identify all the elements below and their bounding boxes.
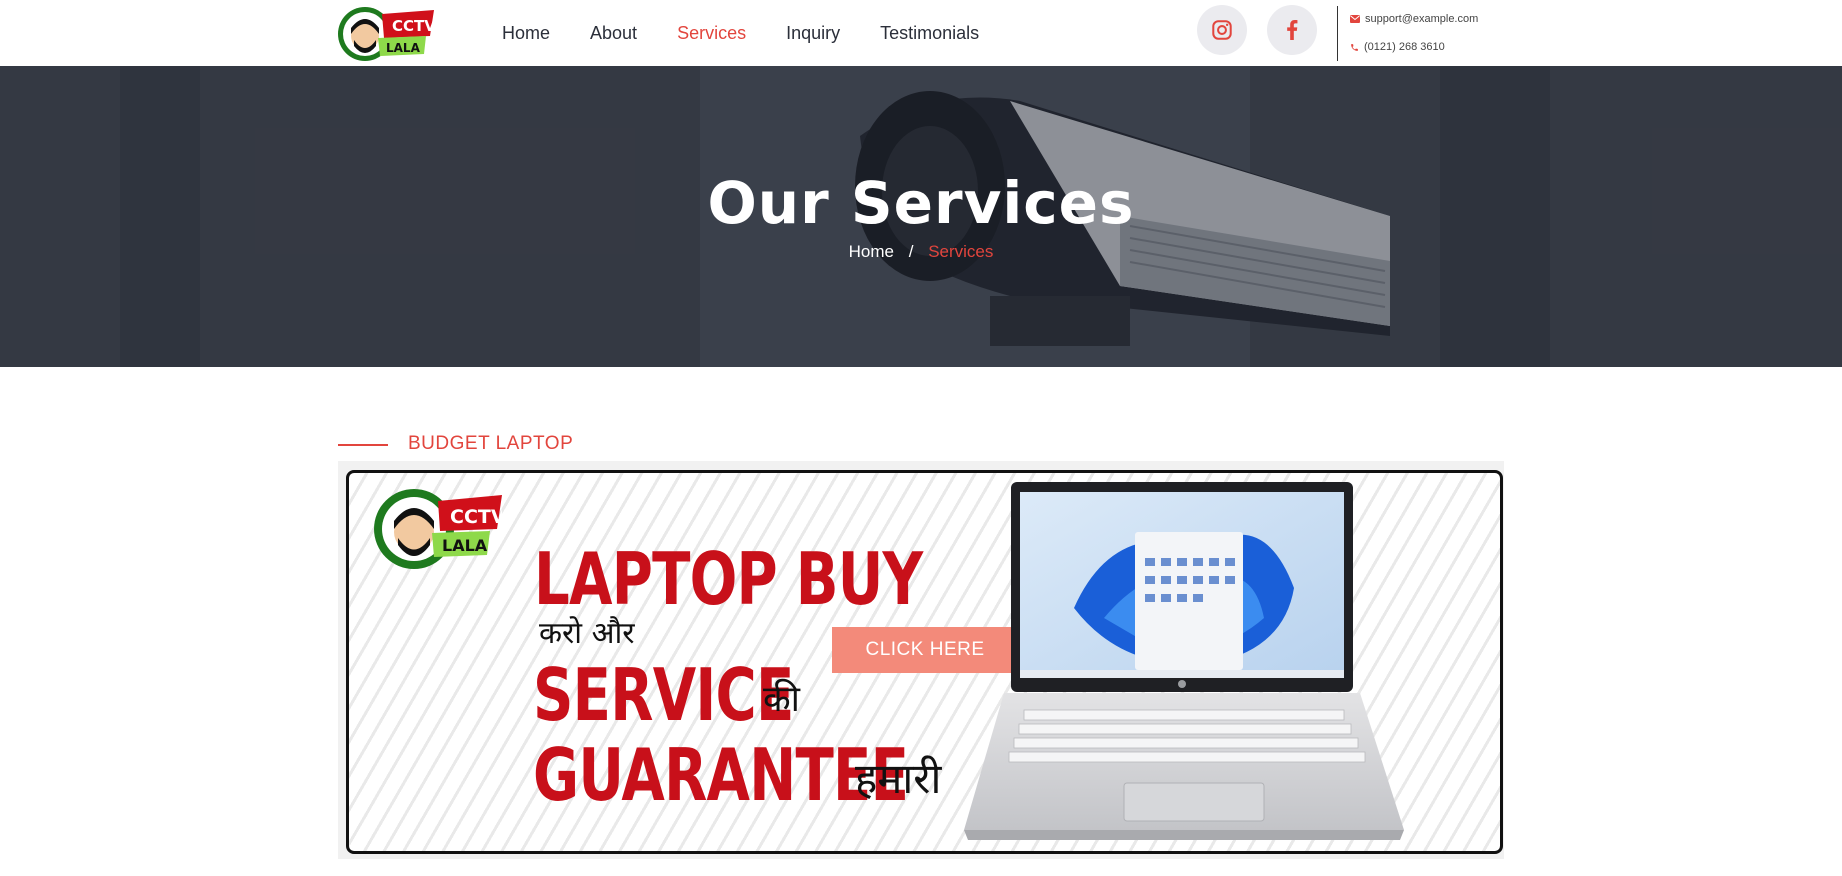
instagram-button[interactable] [1197,5,1247,55]
breadcrumb-home[interactable]: Home [849,242,894,261]
banner-hindi-2: की [763,679,800,720]
cctv-lala-logo[interactable]: CCTV LALA [336,2,436,64]
breadcrumb-current: Services [928,242,994,261]
nav-services[interactable]: Services [677,23,746,44]
contact-email-text: support@example.com [1365,13,1479,25]
svg-text:CCTV: CCTV [392,17,436,35]
banner-headline-2: SERVICE [533,653,794,737]
facebook-icon [1287,20,1298,40]
instagram-icon [1212,20,1232,40]
phone-icon [1351,43,1358,51]
contact-phone-text: (0121) 268 3610 [1364,41,1445,53]
nav-testimonials[interactable]: Testimonials [880,23,979,44]
hero-banner: Our Services Home / Services [0,66,1842,367]
envelope-icon [1350,15,1360,23]
banner-headline-3: GUARANTEE [533,733,909,817]
nav-inquiry[interactable]: Inquiry [786,23,840,44]
main-nav: Home About Services Inquiry Testimonials [502,0,1019,66]
header-divider [1337,6,1338,61]
svg-text:LALA: LALA [442,536,488,555]
contact-email[interactable]: support@example.com [1350,13,1478,25]
nav-about[interactable]: About [590,23,637,44]
page-title: Our Services [707,169,1135,237]
section-title: BUDGET LAPTOP [408,433,574,454]
svg-text:LALA: LALA [386,41,421,55]
laptop-image [964,482,1404,840]
banner-headline-1: LAPTOP BUY [534,537,923,621]
svg-text:CCTV: CCTV [450,506,502,528]
section-title-line [338,444,388,446]
cctv-lala-banner-logo: CCTV LALA [374,489,502,569]
facebook-button[interactable] [1267,5,1317,55]
contact-phone[interactable]: (0121) 268 3610 [1350,41,1445,53]
nav-home[interactable]: Home [502,23,550,44]
banner-hindi-3: हमारी [855,754,942,803]
site-header: CCTV LALA Home About Services Inquiry Te… [0,0,1842,66]
breadcrumb-separator: / [908,242,914,261]
breadcrumb: Home / Services [0,242,1842,262]
budget-laptop-banner[interactable]: CCTV LALA LAPTOP BUY करो और SERVICE की G… [346,470,1503,854]
banner-hindi-1: करो और [539,616,635,651]
